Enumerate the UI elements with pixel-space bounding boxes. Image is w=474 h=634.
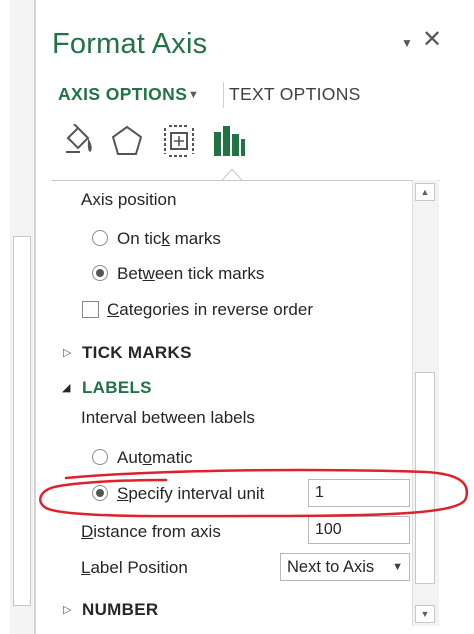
pane-vertical-scrollbar[interactable]: ▲ ▼ [412, 180, 439, 626]
worksheet-vertical-scrollbar[interactable] [10, 0, 35, 634]
collapse-labels-icon[interactable]: ◢ [62, 381, 70, 394]
axis-position-heading: Axis position [81, 190, 177, 209]
tab-axis-options[interactable]: AXIS OPTIONS [58, 84, 187, 105]
task-pane-options-icon[interactable]: ▼ [401, 36, 413, 50]
label-position-label: Label Position [81, 558, 188, 577]
label-position-select[interactable]: Next to Axis ▼ [280, 553, 410, 581]
between-tick-marks-radio[interactable] [92, 265, 108, 281]
section-labels[interactable]: LABELS [82, 378, 152, 398]
pane-title: Format Axis [52, 28, 208, 60]
fill-line-icon[interactable] [60, 124, 96, 160]
effects-icon[interactable] [110, 124, 144, 158]
tab-text-options[interactable]: TEXT OPTIONS [229, 84, 361, 105]
worksheet-scroll-thumb[interactable] [13, 236, 31, 606]
on-tick-marks-label[interactable]: On tick marks [117, 229, 221, 249]
scroll-up-icon[interactable]: ▲ [415, 183, 435, 201]
red-annotation-circle [39, 468, 469, 518]
close-icon[interactable]: ✕ [422, 26, 442, 54]
axis-options-icon[interactable] [212, 124, 246, 158]
axis-options-dropdown-icon[interactable]: ▼ [188, 89, 199, 101]
scroll-down-icon[interactable]: ▼ [415, 605, 435, 623]
section-number[interactable]: NUMBER [82, 600, 158, 620]
between-tick-marks-label[interactable]: Between tick marks [117, 264, 264, 284]
label-position-value: Next to Axis [287, 558, 375, 576]
expand-tick-marks-icon[interactable]: ▷ [63, 346, 71, 359]
automatic-label[interactable]: Automatic [117, 448, 193, 468]
expand-number-icon[interactable]: ▷ [63, 603, 71, 616]
chevron-down-icon: ▼ [392, 561, 403, 573]
section-tick-marks[interactable]: TICK MARKS [82, 343, 192, 363]
tab-divider [223, 82, 224, 108]
categories-reverse-checkbox[interactable] [82, 301, 99, 318]
on-tick-marks-radio[interactable] [92, 230, 108, 246]
categories-reverse-label[interactable]: Categories in reverse order [107, 300, 313, 320]
size-properties-icon[interactable] [162, 124, 196, 158]
format-axis-pane: Format Axis ▼ ✕ AXIS OPTIONS ▼ TEXT OPTI… [36, 0, 474, 634]
interval-between-labels-heading: Interval between labels [81, 408, 255, 427]
automatic-radio[interactable] [92, 449, 108, 465]
